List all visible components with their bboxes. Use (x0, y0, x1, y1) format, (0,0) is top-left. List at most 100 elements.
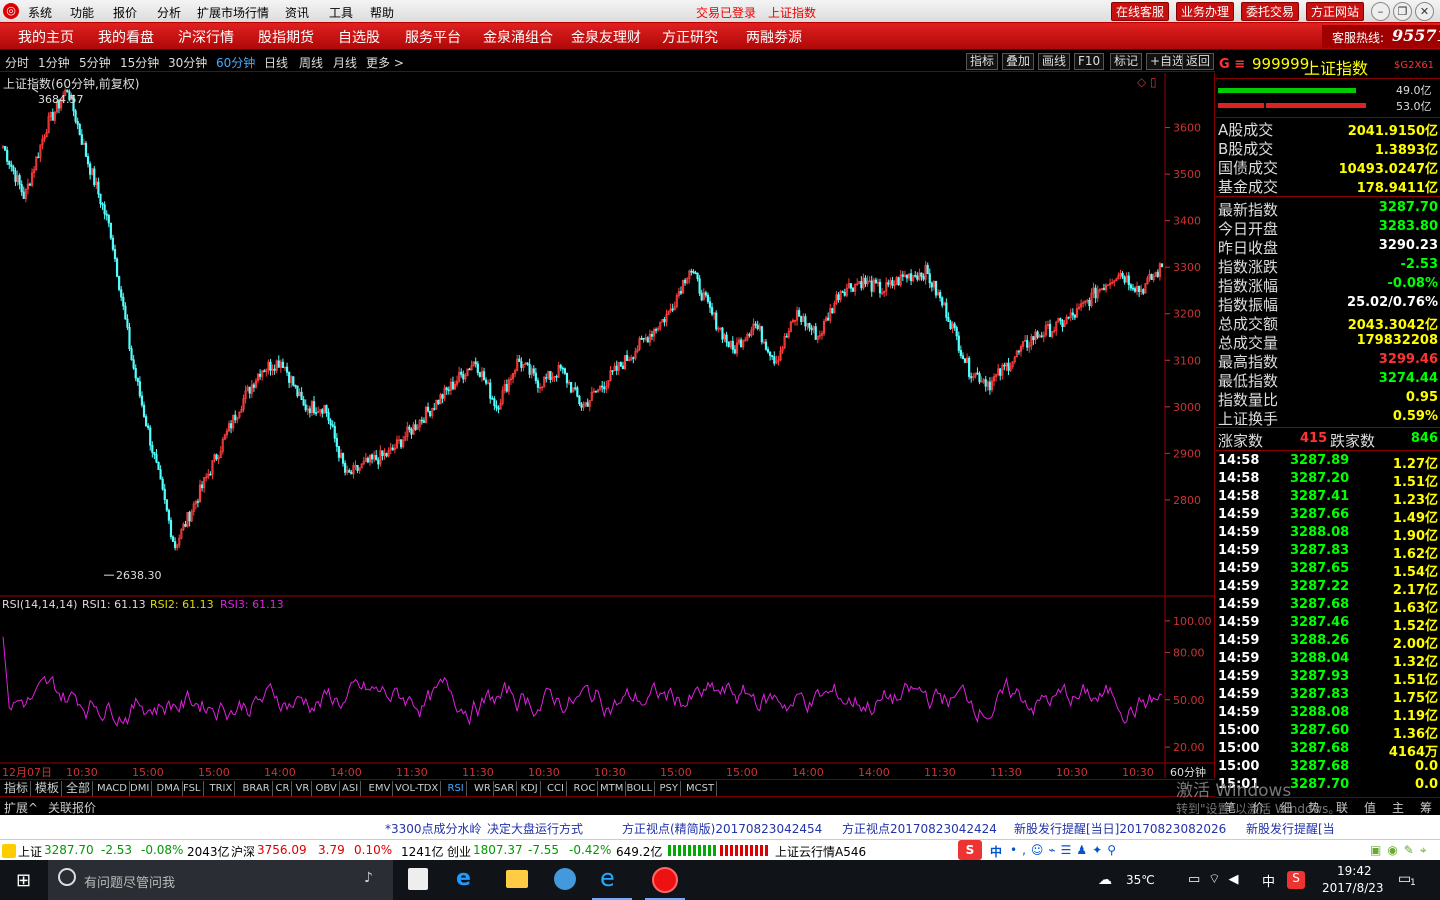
indicator-tab[interactable]: KDJ (519, 781, 541, 796)
indicator-tab[interactable]: EMV (367, 781, 394, 796)
menu-news[interactable]: 资讯 (285, 4, 309, 21)
period-5min[interactable]: 5分钟 (79, 54, 111, 71)
tool-overlay[interactable]: 叠加 (1002, 53, 1035, 70)
nav-finance[interactable]: 金泉友理财 (571, 27, 641, 47)
website-button[interactable]: 方正网站 (1306, 2, 1365, 21)
kline-chart[interactable]: 2800 2900 3000 3100 3200 3300 3400 3500 3600 20.0… (0, 73, 1215, 779)
store-icon[interactable] (408, 868, 428, 890)
minimize-icon[interactable]: – (1371, 2, 1390, 21)
restore-icon[interactable]: ❐ (1393, 2, 1412, 21)
indicator-tab[interactable]: MTM (598, 781, 627, 796)
menu-function[interactable]: 功能 (70, 4, 94, 21)
period-30min[interactable]: 30分钟 (168, 54, 207, 71)
nav-watchlist[interactable]: 自选股 (338, 27, 380, 47)
tool-draw[interactable]: 画线 (1038, 53, 1071, 70)
folder-icon[interactable] (2, 844, 16, 858)
indicator-tab[interactable]: TRIX (208, 781, 236, 796)
right-tab[interactable]: 值 (1364, 799, 1376, 816)
online-service-button[interactable]: 在线客服 (1111, 2, 1170, 21)
ime-toolbar-icons[interactable]: •,☺⌁☰♟✦⚲ (1010, 843, 1121, 857)
nav-portfolio[interactable]: 金泉涌组合 (483, 27, 553, 47)
indicator-tab[interactable]: BOLL (625, 781, 656, 796)
indicator-tab[interactable]: MACD (95, 781, 130, 796)
nav-home[interactable]: 我的主页 (18, 27, 74, 47)
period-more[interactable]: 更多 > (366, 54, 404, 71)
right-tab[interactable]: 主 (1392, 799, 1404, 816)
edge-icon[interactable]: e (456, 866, 471, 891)
period-timeshare[interactable]: 分时 (5, 54, 29, 71)
indicator-tab[interactable]: 全部 (64, 781, 94, 796)
trade-button[interactable]: 委托交易 (1241, 2, 1300, 21)
indicator-tab[interactable]: OBV (314, 781, 340, 796)
tool-indicator[interactable]: 指标 (966, 53, 999, 70)
nav-market[interactable]: 沪深行情 (178, 27, 234, 47)
chart-settings-icon[interactable]: ◇ ▯ (1137, 75, 1157, 89)
browser-icon[interactable] (554, 868, 576, 890)
sogou-tray-icon[interactable]: S (1287, 871, 1305, 889)
tool-back[interactable]: 返回 (1182, 53, 1215, 70)
news-item[interactable]: 方正视点20170823042424 (842, 820, 997, 837)
period-weekly[interactable]: 周线 (299, 54, 323, 71)
tool-mark[interactable]: 标记 (1110, 53, 1143, 70)
indicator-tab[interactable]: SAR (492, 781, 518, 796)
nav-margin[interactable]: 两融劵源 (746, 27, 802, 47)
indicator-tab[interactable]: CR (274, 781, 293, 796)
ime-lang[interactable]: 中 (990, 843, 1002, 860)
sogou-ime-icon[interactable]: S (958, 840, 982, 860)
ie-icon[interactable]: e (600, 864, 615, 892)
file-explorer-icon[interactable] (506, 870, 528, 888)
business-button[interactable]: 业务办理 (1176, 2, 1235, 21)
tray-tools-icons[interactable]: ▣◉✎⌖ (1370, 843, 1433, 858)
indicator-tab[interactable]: CCI (545, 781, 567, 796)
windows-start-icon[interactable]: ⊞ (16, 870, 31, 891)
news-item[interactable]: *3300点成分水岭 (385, 820, 482, 837)
indicator-tab[interactable]: ROC (572, 781, 599, 796)
menu-ext-market[interactable]: 扩展市场行情 (197, 4, 269, 21)
menu-help[interactable]: 帮助 (370, 4, 394, 21)
system-tray-icons[interactable]: ▭⌔◀ (1188, 871, 1247, 887)
nav-futures[interactable]: 股指期货 (258, 27, 314, 47)
indicator-tab[interactable]: RSI (446, 781, 467, 796)
close-icon[interactable]: ✕ (1415, 2, 1434, 21)
login-status[interactable]: 交易已登录 (696, 4, 756, 21)
menu-system[interactable]: 系统 (28, 4, 52, 21)
menu-analysis[interactable]: 分析 (157, 4, 181, 21)
indicator-tab[interactable]: MCST (684, 781, 718, 796)
menu-quote[interactable]: 报价 (113, 4, 137, 21)
indicator-tab[interactable]: ASI (340, 781, 362, 796)
news-item[interactable]: 新股发行提醒[当日]20170823082026 (1014, 820, 1226, 837)
nav-research[interactable]: 方正研究 (662, 27, 718, 47)
nav-service[interactable]: 服务平台 (405, 27, 461, 47)
indicator-tab[interactable]: BRAR (241, 781, 273, 796)
tool-f10[interactable]: F10 (1074, 53, 1105, 70)
tab-related-quote[interactable]: 关联报价 (48, 799, 96, 816)
period-15min[interactable]: 15分钟 (120, 54, 159, 71)
clock-time[interactable]: 19:42 (1337, 864, 1372, 878)
indicator-tab[interactable]: DMI (128, 781, 153, 796)
period-1min[interactable]: 1分钟 (38, 54, 70, 71)
indicator-tab[interactable]: DMA (155, 781, 183, 796)
indicator-tab[interactable]: VR (294, 781, 313, 796)
indicator-tab[interactable]: 模板 (33, 781, 63, 796)
weather-icon[interactable]: ☁ (1098, 872, 1112, 888)
tab-extend[interactable]: 扩展^ (4, 799, 38, 816)
kline-svg[interactable]: 2800 2900 3000 3100 3200 3300 3400 3500 3600 20.0… (0, 73, 1215, 778)
indicator-tab[interactable]: VOL-TDX (393, 781, 442, 796)
period-monthly[interactable]: 月线 (333, 54, 357, 71)
indicator-tab[interactable]: WR (472, 781, 494, 796)
news-item[interactable]: 决定大盘运行方式 (487, 820, 583, 837)
right-tab[interactable]: 筹 (1420, 799, 1432, 816)
taskbar-search[interactable]: 有问题尽管问我 ♪ (48, 860, 393, 900)
input-lang[interactable]: 中 (1262, 871, 1275, 890)
clock-date[interactable]: 2017/8/23 (1322, 881, 1384, 895)
indicator-tab[interactable]: PSY (658, 781, 681, 796)
nav-my-board[interactable]: 我的看盘 (98, 27, 154, 47)
news-item[interactable]: 方正视点(精简版)20170823042454 (622, 820, 822, 837)
indicator-tab[interactable]: FSL (181, 781, 204, 796)
indicator-tab[interactable]: 指标 (2, 781, 32, 796)
founder-app-icon[interactable] (652, 867, 678, 893)
menu-tools[interactable]: 工具 (329, 4, 353, 21)
period-daily[interactable]: 日线 (264, 54, 288, 71)
microphone-icon[interactable]: ♪ (364, 870, 373, 886)
period-60min[interactable]: 60分钟 (216, 54, 255, 71)
